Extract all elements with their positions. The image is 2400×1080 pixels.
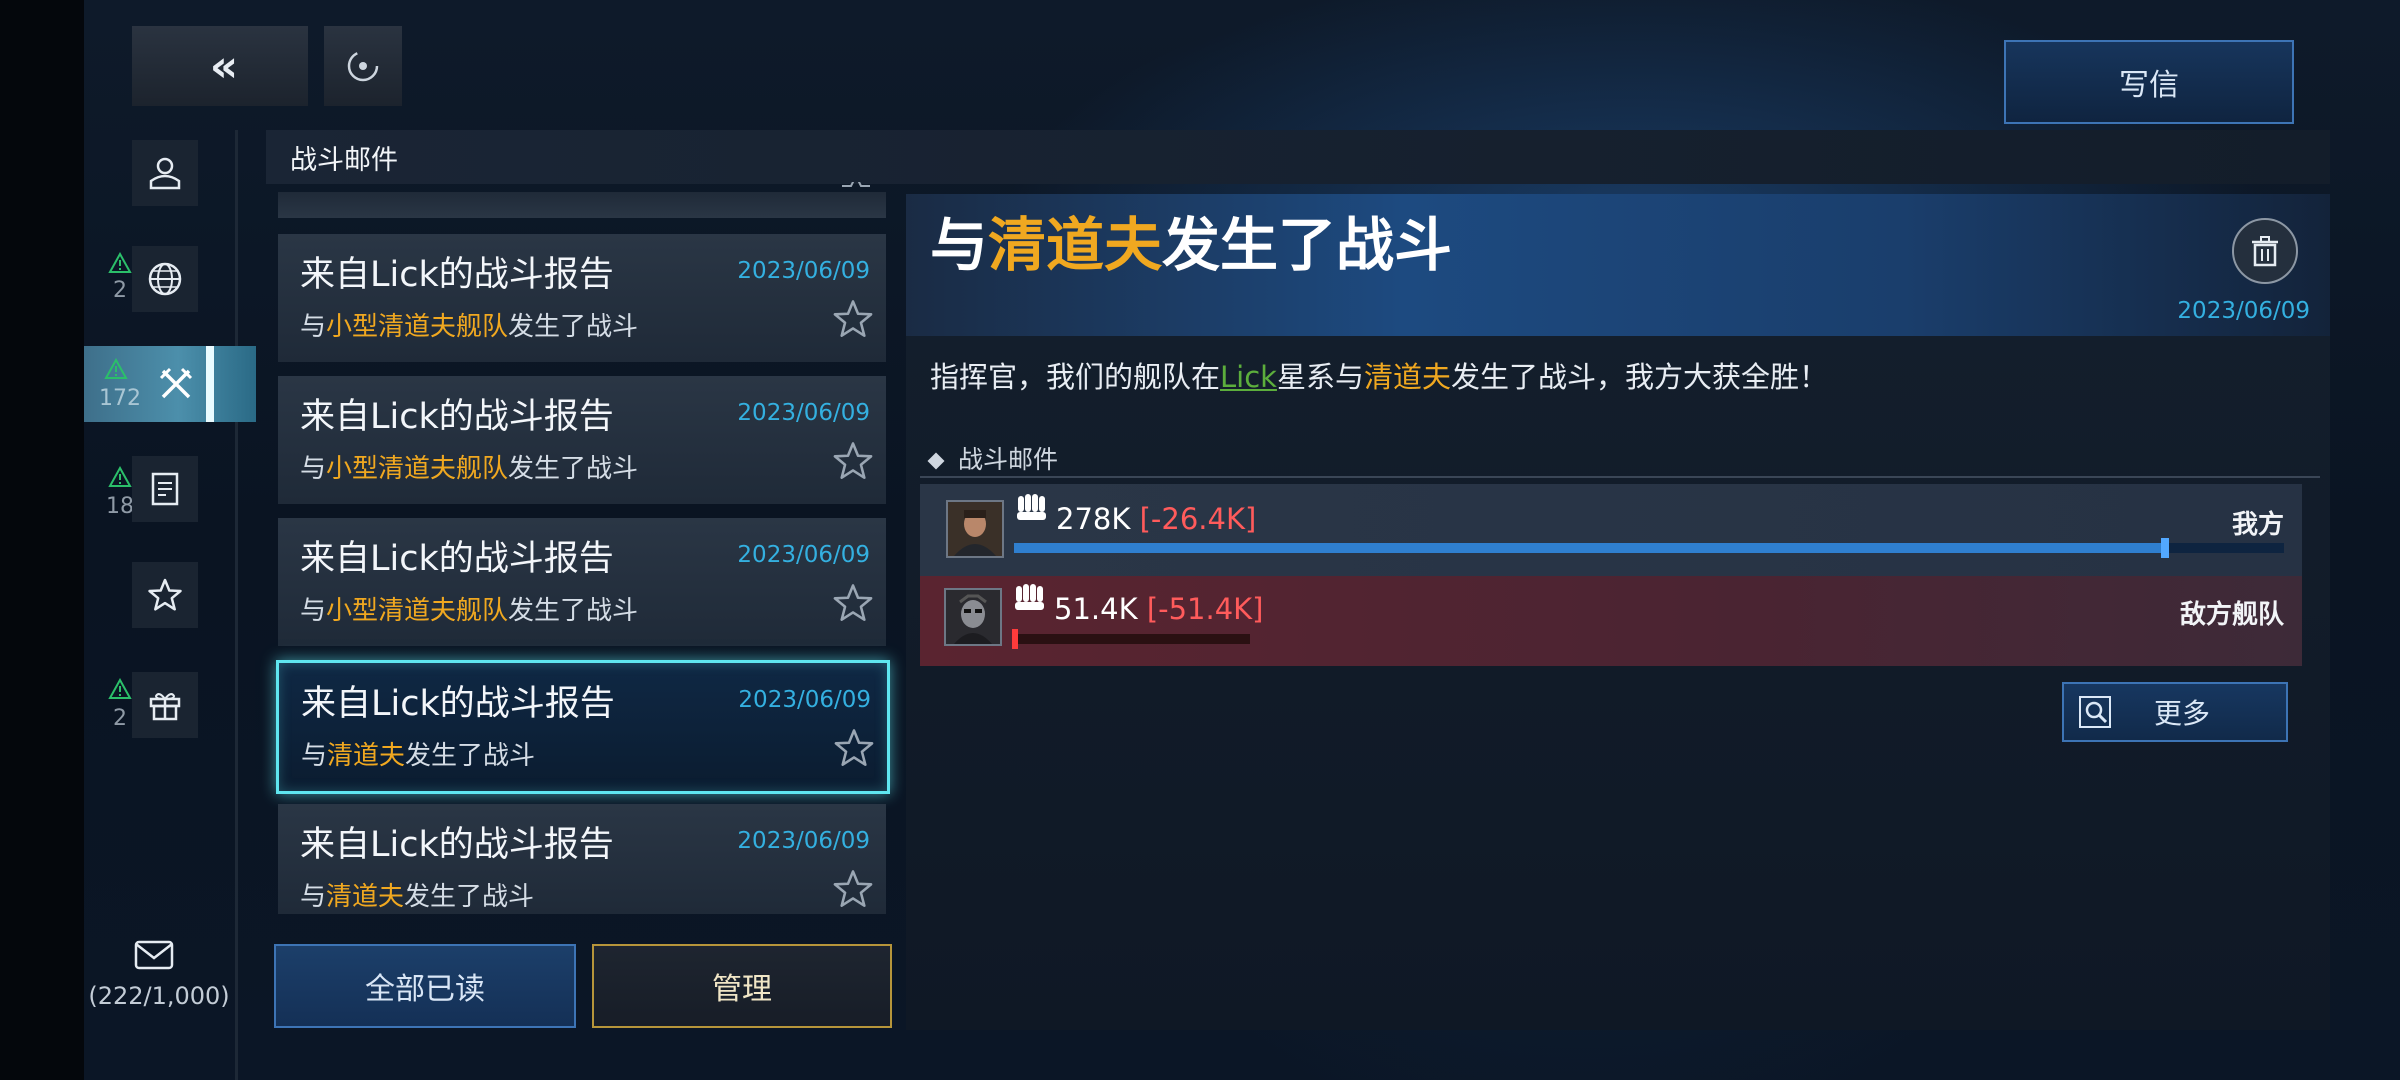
person-icon (149, 157, 181, 190)
trash-icon (2252, 236, 2278, 267)
scavenger-portrait-icon (946, 590, 1000, 644)
nav-warning-battle (104, 357, 128, 384)
nav-item-gifts[interactable] (132, 672, 198, 738)
favorite-star-icon[interactable] (833, 727, 875, 769)
back-button[interactable]: « (132, 26, 308, 106)
mail-summary: 与清道夫发生了战斗 (301, 741, 536, 771)
list-item[interactable]: 来自Lick的战斗报告 2023/06/09 与清道夫发生了战斗 (278, 804, 886, 914)
enemy-label: 敌方舰队 (2179, 600, 2284, 630)
nav-active-indicator (206, 346, 214, 422)
enemy-strength-bar-track (1014, 634, 1250, 644)
mail-title: 来自Lick的战斗报告 (300, 539, 614, 579)
nav-badge-battle: 172 (99, 386, 141, 411)
mail-detail-body: 指挥官，我们的舰队在Lick星系与清道夫发生了战斗，我方大获全胜！ (930, 360, 1829, 394)
warning-icon (108, 677, 132, 699)
double-chevron-left-icon: « (209, 40, 239, 92)
favorite-star-icon[interactable] (832, 868, 874, 910)
enemy-strength-bar-marker (1012, 629, 1018, 649)
warning-icon (108, 465, 132, 487)
document-icon (151, 472, 179, 506)
warning-icon (104, 357, 128, 379)
refresh-button[interactable] (324, 26, 402, 106)
nav-warning-gift (108, 677, 132, 704)
nav-warning-globe (108, 251, 132, 278)
favorite-star-icon[interactable] (832, 298, 874, 340)
page-title: 战斗邮件 (290, 145, 398, 176)
header-strip (266, 130, 2330, 184)
list-item-partial[interactable] (278, 182, 886, 218)
mail-summary: 与小型清道夫舰队发生了战斗 (300, 596, 639, 626)
mail-summary: 与小型清道夫舰队发生了战斗 (300, 312, 639, 342)
mail-detail-title: 与清道夫发生了战斗 (930, 211, 1453, 279)
mail-date: 2023/06/09 (737, 542, 870, 568)
magnifier-icon (2079, 696, 2111, 728)
mail-title: 来自Lick的战斗报告 (300, 397, 614, 437)
favorite-star-icon[interactable] (832, 440, 874, 482)
ally-strength-bar-marker (2161, 538, 2169, 558)
ally-strength-bar-fill (1014, 543, 2163, 553)
mail-detail-date: 2023/06/09 (2177, 298, 2310, 324)
star-outline-icon (842, 182, 870, 187)
mark-all-read-button[interactable]: 全部已读 (274, 944, 576, 1028)
nav-divider (235, 130, 238, 1080)
target-circle-icon (347, 50, 379, 82)
ally-avatar[interactable] (946, 500, 1004, 558)
star-icon (148, 578, 182, 611)
mailbox[interactable] (134, 940, 174, 974)
mail-summary: 与小型清道夫舰队发生了战斗 (300, 454, 639, 484)
mail-summary: 与清道夫发生了战斗 (300, 882, 535, 912)
nav-warning-report (108, 465, 132, 492)
section-heading: 战斗邮件 (927, 440, 1058, 476)
mail-date: 2023/06/09 (737, 828, 870, 854)
mail-capacity: (222/1,000) (88, 982, 230, 1010)
envelope-icon (134, 940, 174, 970)
list-item[interactable]: 来自Lick的战斗报告 2023/06/09 与小型清道夫舰队发生了战斗 (278, 376, 886, 504)
game-screen: « 写信 2 172 18 2 (222/1,000) 战斗邮件 来自Lick的… (84, 0, 2400, 1080)
manage-button[interactable]: 管理 (592, 944, 892, 1028)
mail-date: 2023/06/09 (738, 687, 871, 713)
fist-power-icon (1017, 494, 1046, 520)
mail-title: 来自Lick的战斗报告 (300, 825, 614, 865)
ally-power: 278K [-26.4K] (1056, 502, 1257, 536)
mail-date: 2023/06/09 (737, 258, 870, 284)
delete-button[interactable] (2232, 218, 2298, 284)
section-divider (920, 476, 2320, 478)
mail-title: 来自Lick的战斗报告 (301, 684, 615, 724)
write-mail-label: 写信 (2119, 68, 2179, 103)
ally-label: 我方 (2231, 510, 2284, 540)
globe-icon (148, 262, 182, 296)
favorite-star-icon[interactable] (832, 582, 874, 624)
fist-power-icon (1015, 584, 1044, 610)
manage-label: 管理 (712, 972, 772, 1007)
crossed-swords-icon (159, 367, 193, 399)
list-item[interactable]: 来自Lick的战斗报告 2023/06/09 与小型清道夫舰队发生了战斗 (278, 234, 886, 362)
nav-item-battle[interactable] (146, 352, 206, 416)
system-link[interactable]: Lick (1220, 360, 1277, 394)
nav-item-reports[interactable] (132, 456, 198, 522)
more-label: 更多 (2154, 697, 2211, 730)
mail-title: 来自Lick的战斗报告 (300, 255, 614, 295)
nav-item-favorites[interactable] (132, 562, 198, 628)
list-item[interactable]: 来自Lick的战斗报告 2023/06/09 与小型清道夫舰队发生了战斗 (278, 518, 886, 646)
mark-all-read-label: 全部已读 (365, 972, 485, 1007)
commander-portrait-icon (948, 502, 1002, 556)
enemy-power: 51.4K [-51.4K] (1054, 592, 1264, 626)
more-button[interactable]: 更多 (2062, 682, 2288, 742)
gift-icon (149, 693, 181, 721)
warning-icon (108, 251, 132, 273)
diamond-bullet-icon (927, 452, 945, 470)
nav-item-global[interactable] (132, 246, 198, 312)
list-item-selected[interactable]: 来自Lick的战斗报告 2023/06/09 与清道夫发生了战斗 (276, 660, 890, 794)
nav-item-personal[interactable] (132, 140, 198, 206)
write-mail-button[interactable]: 写信 (2004, 40, 2294, 124)
enemy-avatar[interactable] (944, 588, 1002, 646)
mail-date: 2023/06/09 (737, 400, 870, 426)
